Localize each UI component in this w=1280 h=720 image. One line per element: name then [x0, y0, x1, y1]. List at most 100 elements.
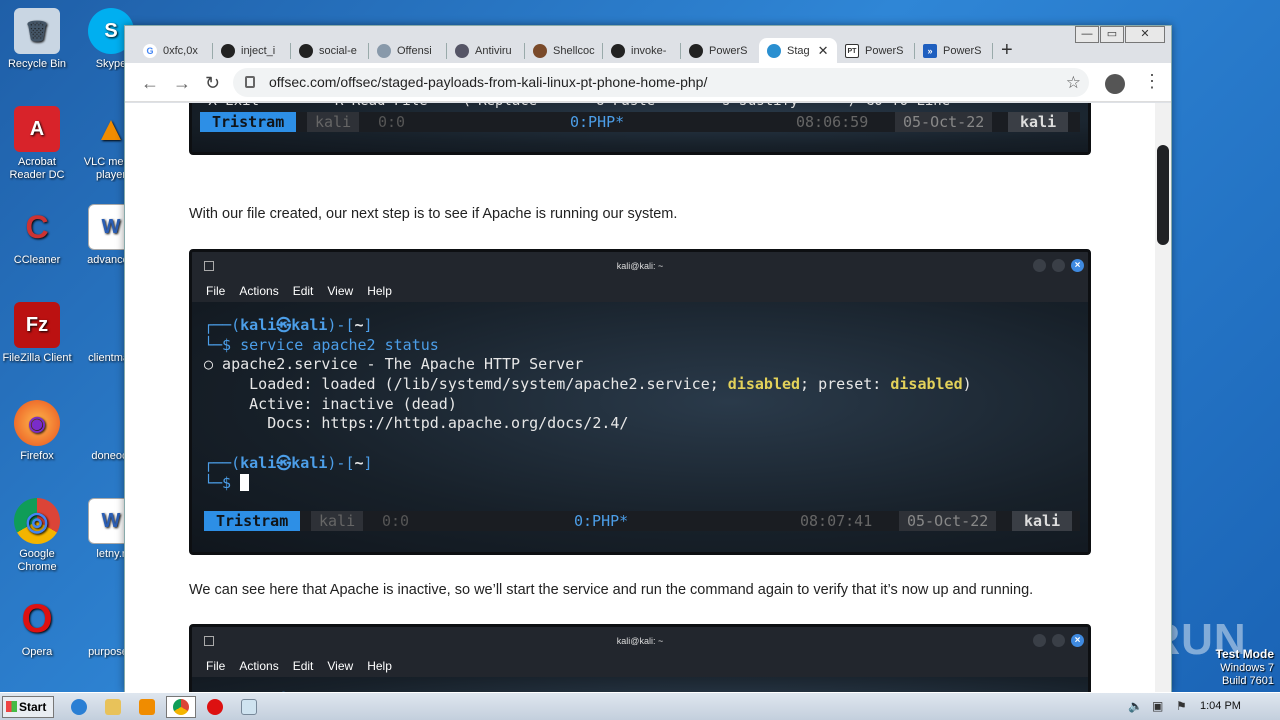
- flag-icon[interactable]: ⚑: [1176, 699, 1187, 713]
- recycle-bin-icon[interactable]: 🗑 Recycle Bin: [0, 8, 74, 71]
- tab-label: PowerS: [943, 45, 982, 57]
- tab-label: Antiviru: [475, 45, 512, 57]
- back-button[interactable]: ←: [141, 73, 159, 94]
- explorer-taskbar-icon[interactable]: [98, 696, 128, 718]
- reload-button[interactable]: ↻: [205, 73, 220, 94]
- chrome-taskbar-icon[interactable]: [166, 696, 196, 718]
- firefox-glyph: ◉: [14, 400, 60, 446]
- chrome-window: G 0xfc,0x inject_i social-e Offensi Antiv…: [124, 25, 1172, 692]
- menu-file: File: [206, 284, 226, 298]
- icon-label: Recycle Bin: [7, 58, 67, 70]
- terminal-icon: [204, 261, 214, 271]
- web-page: ^X Exit ^R Read File ^\ Replace ^U Paste…: [125, 103, 1155, 692]
- taskbar-clock[interactable]: 1:04 PM: [1200, 700, 1241, 712]
- tab-label: 0xfc,0x: [163, 45, 198, 57]
- maximize-button[interactable]: ▭: [1100, 26, 1124, 43]
- tab-invoke[interactable]: invoke-: [603, 38, 681, 64]
- pt-icon: PT: [845, 44, 859, 58]
- tab-shellcode[interactable]: Shellcoc: [525, 38, 603, 64]
- start-button[interactable]: Start: [2, 696, 54, 718]
- terminal-icon: [204, 636, 214, 646]
- notepad-taskbar-icon[interactable]: [234, 696, 264, 718]
- address-bar[interactable]: offsec.com/offsec/staged-payloads-from-k…: [233, 68, 1089, 97]
- tab-label: inject_i: [241, 45, 276, 57]
- terminal-titlebar: kali@kali: ~ ×: [192, 627, 1088, 655]
- tab-label: Stag: [787, 45, 810, 57]
- tmux-session: Tristram: [204, 511, 301, 532]
- opera-icon[interactable]: O Opera: [0, 596, 74, 659]
- icon-label: CCleaner: [13, 254, 61, 266]
- menu-actions: Actions: [239, 659, 279, 673]
- tmux-date: 05-Oct-22: [899, 511, 997, 532]
- tab-label: Shellcoc: [553, 45, 595, 57]
- minimize-icon: [1033, 634, 1046, 647]
- lock-icon: [245, 76, 255, 88]
- google-icon: G: [143, 44, 157, 58]
- profile-avatar-icon[interactable]: [1105, 74, 1125, 94]
- github-icon: [299, 44, 313, 58]
- tab-antivirus[interactable]: Antiviru: [447, 38, 525, 64]
- chrome-icon[interactable]: ◎ Google Chrome: [0, 498, 74, 574]
- opera-glyph: O: [21, 596, 53, 641]
- github-icon: [221, 44, 235, 58]
- icon-label: Acrobat: [18, 156, 56, 168]
- tab-powers-3[interactable]: » PowerS: [915, 38, 993, 64]
- acrobat-reader-icon[interactable]: A Acrobat Reader DC: [0, 106, 74, 182]
- tmux-time: 08:06:59: [796, 112, 869, 131]
- opera-taskbar-icon[interactable]: [200, 696, 230, 718]
- terminal-window-controls: ×: [1027, 259, 1084, 272]
- tab-label: PowerS: [865, 45, 904, 57]
- page-scrollbar[interactable]: [1155, 103, 1171, 692]
- terminal-menubar: File Actions Edit View Help: [192, 280, 1088, 302]
- volume-icon[interactable]: 🔈: [1128, 699, 1143, 713]
- tab-offensive[interactable]: Offensi: [369, 38, 447, 64]
- menu-view: View: [327, 284, 354, 298]
- tmux-status-bar: Tristram kali 0:0 0:PHP* 08:07:41 05-Oct…: [204, 511, 1080, 532]
- output-line: Loaded: loaded (/lib/systemd/system/apac…: [204, 375, 972, 394]
- ccleaner-icon[interactable]: C CCleaner: [0, 204, 74, 267]
- filezilla-icon[interactable]: Fz FileZilla Client: [0, 302, 74, 365]
- tab-0xfc[interactable]: G 0xfc,0x: [135, 38, 213, 64]
- tab-label: PowerS: [709, 45, 748, 57]
- scrollbar-thumb[interactable]: [1157, 145, 1169, 245]
- ie-taskbar-icon[interactable]: [64, 696, 94, 718]
- firefox-icon[interactable]: ◉ Firefox: [0, 400, 74, 463]
- forward-button[interactable]: →: [173, 73, 191, 94]
- close-window-button[interactable]: ✕: [1125, 26, 1165, 43]
- recycle-bin-glyph: 🗑: [14, 8, 60, 54]
- chrome-glyph: ◎: [14, 498, 60, 544]
- tab-staged-active[interactable]: Stag ✕: [759, 38, 837, 64]
- prompt-line: ┌──(kali㉿kali)-[~]: [204, 316, 373, 334]
- terminal-screenshot-top: ^X Exit ^R Read File ^\ Replace ^U Paste…: [189, 103, 1091, 155]
- tab-inject[interactable]: inject_i: [213, 38, 291, 64]
- tab-label: invoke-: [631, 45, 667, 57]
- acrobat-glyph: A: [14, 106, 60, 152]
- close-tab-icon[interactable]: ✕: [818, 43, 829, 59]
- maximize-icon: [1052, 259, 1065, 272]
- network-icon[interactable]: ▣: [1152, 699, 1163, 713]
- icon-label: Opera: [21, 646, 53, 658]
- media-player-taskbar-icon[interactable]: [132, 696, 162, 718]
- output-line: Active: inactive (dead): [204, 394, 457, 413]
- offsec-icon: [767, 44, 781, 58]
- tab-label: Offensi: [397, 45, 432, 57]
- tab-powers-2[interactable]: PT PowerS: [837, 38, 915, 64]
- shellcode-site-icon: [533, 44, 547, 58]
- menu-view: View: [327, 659, 354, 673]
- tmux-host: kali: [1008, 111, 1069, 132]
- tab-social-e[interactable]: social-e: [291, 38, 369, 64]
- new-tab-button[interactable]: +: [1001, 39, 1013, 62]
- terminal-screenshot: kali@kali: ~ × File Actions Edit View Help ┌─…: [189, 624, 1091, 692]
- terminal-screenshot: kali@kali: ~ × File Actions Edit View Help ┌─…: [189, 249, 1091, 555]
- tmux-window: kali: [311, 511, 364, 532]
- tmux-status-bar: Tristram kali 0:0 0:PHP* 08:06:59 05-Oct…: [200, 111, 1080, 132]
- terminal-title: kali@kali: ~: [616, 261, 664, 271]
- chrome-menu-icon[interactable]: ⋮: [1143, 71, 1161, 92]
- tmux-session: Tristram: [200, 111, 297, 132]
- menu-file: File: [206, 659, 226, 673]
- tab-powers-1[interactable]: PowerS: [681, 38, 759, 64]
- bookmark-star-icon[interactable]: ☆: [1066, 68, 1081, 97]
- minimize-button[interactable]: —: [1075, 26, 1099, 43]
- command-line: └─$ service apache2 status: [204, 335, 439, 354]
